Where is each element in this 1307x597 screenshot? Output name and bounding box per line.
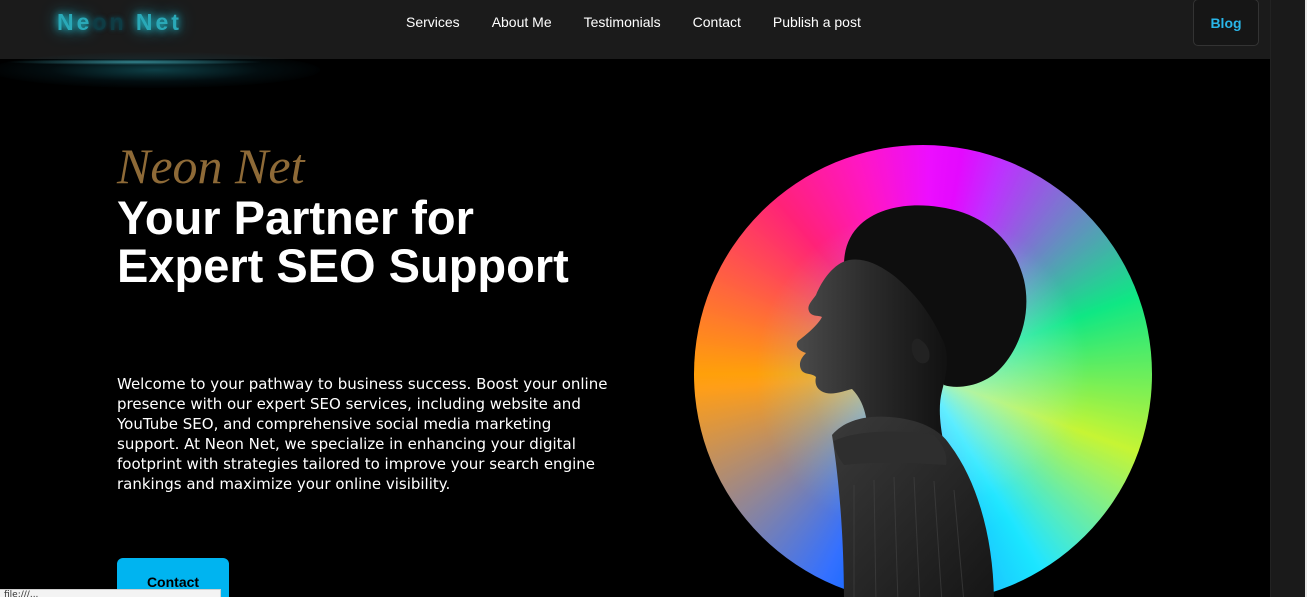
scrollbar[interactable] xyxy=(1270,0,1307,597)
logo-part-bright: Ne xyxy=(57,9,93,35)
nav-link-about-me[interactable]: About Me xyxy=(492,13,552,31)
status-bar: file:///... xyxy=(0,589,221,597)
logo-part-dim: on xyxy=(92,9,127,35)
page: Neon Net Services About Me Testimonials … xyxy=(0,0,1307,597)
logo[interactable]: Neon Net xyxy=(57,9,182,36)
hero-brand: Neon Net xyxy=(117,138,305,194)
logo-glow-line xyxy=(5,59,265,65)
nav-link-services[interactable]: Services xyxy=(406,13,460,31)
logo-glow xyxy=(0,52,320,88)
nav-links: Services About Me Testimonials Contact P… xyxy=(406,13,893,31)
hero-title: Your Partner for Expert SEO Support xyxy=(117,191,569,292)
nav-link-publish-post[interactable]: Publish a post xyxy=(773,13,861,31)
navbar: Neon Net Services About Me Testimonials … xyxy=(0,0,1271,59)
hero-description: Welcome to your pathway to business succ… xyxy=(117,375,608,493)
blog-button[interactable]: Blog xyxy=(1193,0,1259,46)
person-silhouette-icon xyxy=(796,205,1027,597)
hero-image xyxy=(694,145,1152,597)
logo-part-net: Net xyxy=(126,9,182,35)
nav-link-contact[interactable]: Contact xyxy=(693,13,741,31)
nav-link-testimonials[interactable]: Testimonials xyxy=(584,13,661,31)
